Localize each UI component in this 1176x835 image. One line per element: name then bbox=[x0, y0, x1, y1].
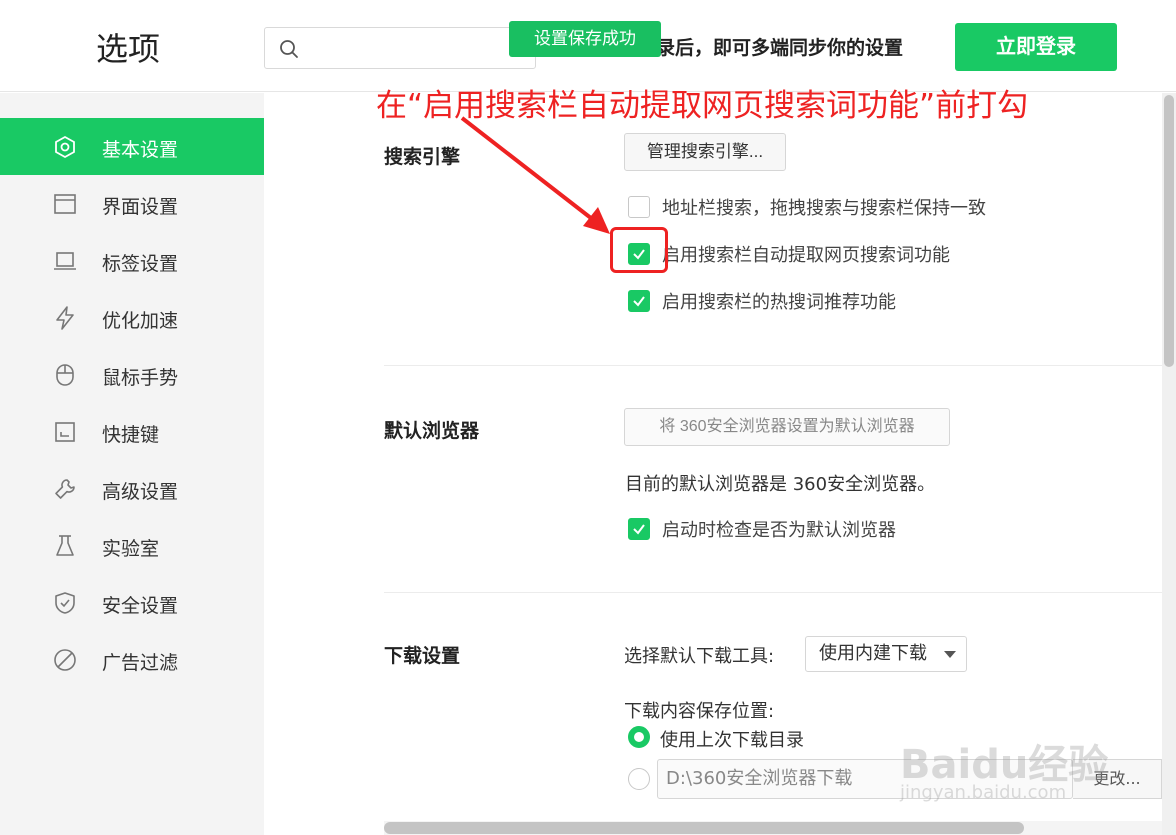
watermark-url: jingyan.baidu.com bbox=[900, 782, 1067, 803]
baidu-watermark: Baidu经验 jingyan.baidu.com bbox=[900, 710, 1150, 810]
